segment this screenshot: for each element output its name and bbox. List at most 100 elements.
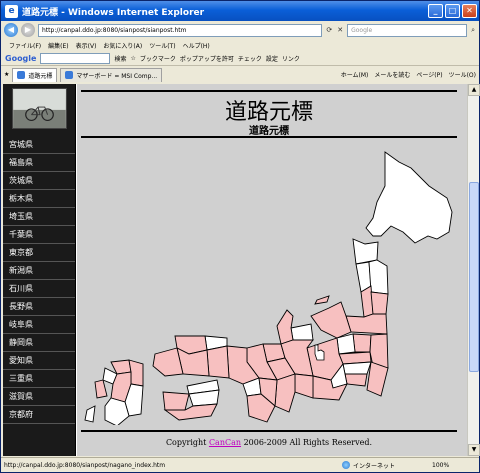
sidebar-item-prefecture[interactable]: 京都府: [3, 406, 75, 424]
sidebar-item-prefecture[interactable]: 東京都: [3, 244, 75, 262]
map-mie: [274, 373, 296, 413]
header-rule: [81, 136, 457, 138]
close-button[interactable]: ✕: [462, 4, 477, 18]
url-field[interactable]: http://canpal.ddo.jp:8080/sianpost/sianp…: [38, 23, 323, 37]
page-icon: [17, 71, 26, 79]
sidebar-item-prefecture[interactable]: 長野県: [3, 298, 75, 316]
window-title: 道路元標 - Windows Internet Explorer: [22, 7, 205, 18]
map-tsushima: [84, 405, 96, 423]
map-ehime: [162, 391, 190, 411]
google-search-field[interactable]: [40, 52, 111, 64]
address-bar: ◀ ▶ http://canpal.ddo.jp:8080/sianpost/s…: [1, 21, 479, 39]
prefecture-list: 宮城県 福島県 茨城県 栃木県 埼玉県 千葉県 東京都 新潟県 石川県 長野県 岐阜県 静岡県 愛知県三…: [3, 136, 75, 424]
search-icon[interactable]: ⌕: [470, 26, 476, 35]
copyright-prefix: Copyright: [165, 438, 209, 447]
map-yamagata: [360, 285, 374, 318]
home-button[interactable]: ホーム(M): [341, 70, 369, 79]
zoom-level[interactable]: 100%: [432, 462, 476, 469]
sidebar-item-prefecture[interactable]: 新潟県: [3, 262, 75, 280]
copyright: Copyright CanCan 2006-2009 All Rights Re…: [77, 438, 461, 447]
map-miyagi: [370, 291, 389, 315]
map-niigata: [310, 301, 352, 339]
map-hokkaido: [365, 151, 453, 244]
map-nagasaki: [94, 379, 108, 399]
google-logo: Google: [5, 53, 37, 63]
page-viewport: 宮城県 福島県 茨城県 栃木県 埼玉県 千葉県 東京都 新潟県 石川県 長野県 岐阜県 静岡県 愛知県三…: [3, 84, 467, 456]
tab-road-marker[interactable]: 道路元標: [12, 67, 58, 82]
menu-tools[interactable]: ツール(T): [149, 41, 175, 50]
maximize-button[interactable]: □: [445, 4, 460, 18]
title-bar[interactable]: e 道路元標 - Windows Internet Explorer _ □ ✕: [1, 1, 479, 21]
refresh-icon[interactable]: ⟳: [325, 26, 333, 34]
map-kagoshima: [104, 397, 130, 425]
sidebar-item-prefecture[interactable]: 栃木県: [3, 190, 75, 208]
sidebar-item-prefecture[interactable]: 宮城県: [3, 136, 75, 154]
star-icon[interactable]: ☆: [130, 55, 135, 62]
scroll-thumb[interactable]: [469, 182, 479, 372]
popup-button[interactable]: ポップアップを許可: [180, 54, 234, 63]
menu-view[interactable]: 表示(V): [76, 41, 97, 50]
tab-label: マザーボード = MSI Comp...: [76, 72, 158, 80]
japan-prefecture-map[interactable]: [81, 140, 461, 425]
map-iwate: [368, 259, 389, 295]
browser-window: e 道路元標 - Windows Internet Explorer _ □ ✕…: [0, 0, 480, 473]
map-okayama: [206, 345, 230, 379]
copyright-suffix: 2006-2009 All Rights Reserved.: [241, 438, 373, 447]
forward-button[interactable]: ▶: [21, 23, 35, 37]
zone-label: インターネット: [353, 462, 396, 470]
page-button[interactable]: ページ(P): [416, 70, 442, 79]
search-input[interactable]: Google: [347, 23, 468, 37]
bookmark-button[interactable]: ブックマーク: [140, 54, 176, 63]
map-toyama: [290, 323, 314, 341]
menu-file[interactable]: ファイル(F): [9, 41, 41, 50]
scroll-down-icon[interactable]: ▼: [468, 444, 480, 456]
minimize-button[interactable]: _: [428, 4, 443, 18]
tab-label: 道路元標: [28, 72, 53, 80]
scroll-up-icon[interactable]: ▲: [468, 84, 480, 96]
sidebar-item-prefecture[interactable]: 岐阜県: [3, 316, 75, 334]
mail-button[interactable]: メールを読む: [374, 70, 410, 79]
command-bar: ホーム(M) メールを読む ページ(P) ツール(O): [341, 70, 476, 79]
footer-rule: [81, 430, 457, 432]
google-toolbar: Google 検索 ☆ ブックマーク ポップアップを許可 チェック 設定 リンク: [1, 51, 479, 66]
settings-button[interactable]: 設定: [266, 54, 278, 63]
ie-logo-icon: e: [5, 4, 18, 18]
sidebar-item-prefecture[interactable]: 愛知県: [3, 352, 75, 370]
sidebar-item-prefecture[interactable]: 静岡県: [3, 334, 75, 352]
globe-icon: [342, 461, 350, 469]
sidebar-item-prefecture[interactable]: 福島県: [3, 154, 75, 172]
sidebar-item-prefecture[interactable]: 石川県: [3, 280, 75, 298]
back-button[interactable]: ◀: [4, 23, 18, 37]
security-zone: インターネット: [342, 461, 432, 470]
status-bar: http://canpal.ddo.jp:8080/sianpost/nagan…: [1, 457, 479, 472]
map-tokyo: [342, 361, 372, 375]
sidebar-item-prefecture[interactable]: 滋賀県: [3, 388, 75, 406]
sidebar-item-prefecture[interactable]: 茨城県: [3, 172, 75, 190]
menu-help[interactable]: ヘルプ(H): [183, 41, 210, 50]
map-fukuoka: [110, 359, 132, 375]
main-content: 道路元標 道路元標 Copyright CanCan 2006-2009 All…: [77, 84, 467, 456]
sidebar-item-prefecture[interactable]: 千葉県: [3, 226, 75, 244]
stop-icon[interactable]: ✕: [336, 26, 344, 34]
tab-motherboard[interactable]: マザーボード = MSI Comp...: [60, 67, 163, 82]
bicycle-image: [13, 89, 66, 128]
google-search-button[interactable]: 検索: [114, 54, 126, 63]
cancan-link[interactable]: CanCan: [209, 438, 241, 447]
tools-button[interactable]: ツール(O): [449, 70, 476, 79]
sidebar: 宮城県 福島県 茨城県 栃木県 埼玉県 千葉県 東京都 新潟県 石川県 長野県 岐阜県 静岡県 愛知県三…: [3, 84, 76, 456]
menu-bar: ファイル(F) 編集(E) 表示(V) お気に入り(A) ツール(T) ヘルプ(…: [1, 39, 479, 51]
menu-edit[interactable]: 編集(E): [48, 41, 68, 50]
favorites-star-icon[interactable]: ★: [4, 71, 9, 78]
map-ishikawa: [276, 309, 294, 345]
sidebar-item-prefecture[interactable]: 三重県: [3, 370, 75, 388]
vertical-scrollbar[interactable]: ▲ ▼: [467, 84, 480, 456]
map-fukushima: [345, 313, 388, 335]
map-kanagawa: [344, 373, 368, 387]
check-button[interactable]: チェック: [238, 54, 262, 63]
links-button[interactable]: リンク: [282, 54, 300, 63]
map-gunma: [336, 333, 356, 355]
map-aichi: [294, 373, 314, 399]
sidebar-item-prefecture[interactable]: 埼玉県: [3, 208, 75, 226]
menu-favorites[interactable]: お気に入り(A): [103, 41, 142, 50]
map-chiba: [366, 361, 389, 397]
